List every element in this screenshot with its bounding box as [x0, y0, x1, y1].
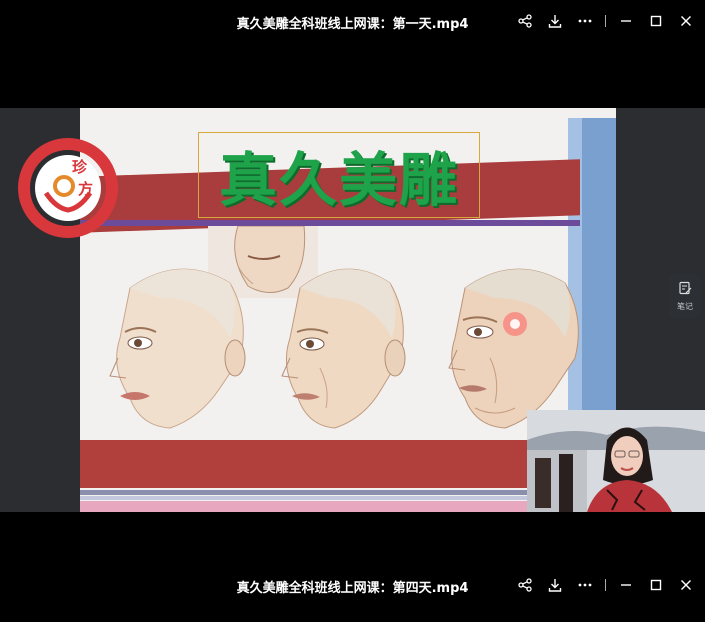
- notes-label: 笔记: [677, 302, 693, 311]
- face-illustration-middle: [270, 258, 420, 442]
- bottom-title-bar: 真久美雕全科班线上网课：第四天.mp4: [0, 564, 705, 608]
- minimize-icon[interactable]: [613, 572, 639, 598]
- video-player[interactable]: 真久美雕 珍 方 笔记: [0, 108, 705, 512]
- maximize-icon[interactable]: [643, 572, 669, 598]
- company-logo: 珍 方: [16, 138, 126, 238]
- logo-char-bottom: 方: [78, 180, 93, 198]
- download-icon[interactable]: [542, 572, 568, 598]
- window-controls: [512, 8, 699, 34]
- download-icon[interactable]: [542, 8, 568, 34]
- logo-char-top: 珍: [72, 158, 88, 176]
- slide-heading-box: 真久美雕: [198, 132, 480, 218]
- share-icon[interactable]: [512, 8, 538, 34]
- notes-button[interactable]: 笔记: [669, 274, 701, 318]
- note-icon: [678, 280, 692, 299]
- close-icon[interactable]: [673, 8, 699, 34]
- maximize-icon[interactable]: [643, 8, 669, 34]
- share-icon[interactable]: [512, 572, 538, 598]
- controls-divider: [605, 579, 606, 591]
- more-icon[interactable]: [572, 8, 598, 34]
- more-icon[interactable]: [572, 572, 598, 598]
- slide-band-shadow: [80, 220, 580, 226]
- controls-divider: [605, 15, 606, 27]
- presenter-webcam: [527, 410, 705, 512]
- face-illustration-young: [100, 258, 260, 442]
- minimize-icon[interactable]: [613, 8, 639, 34]
- window-controls-bottom: [512, 572, 699, 598]
- slide-heading: 真久美雕: [218, 146, 459, 214]
- top-title-bar: 真久美雕全科班线上网课：第一天.mp4: [0, 0, 705, 44]
- close-icon[interactable]: [673, 572, 699, 598]
